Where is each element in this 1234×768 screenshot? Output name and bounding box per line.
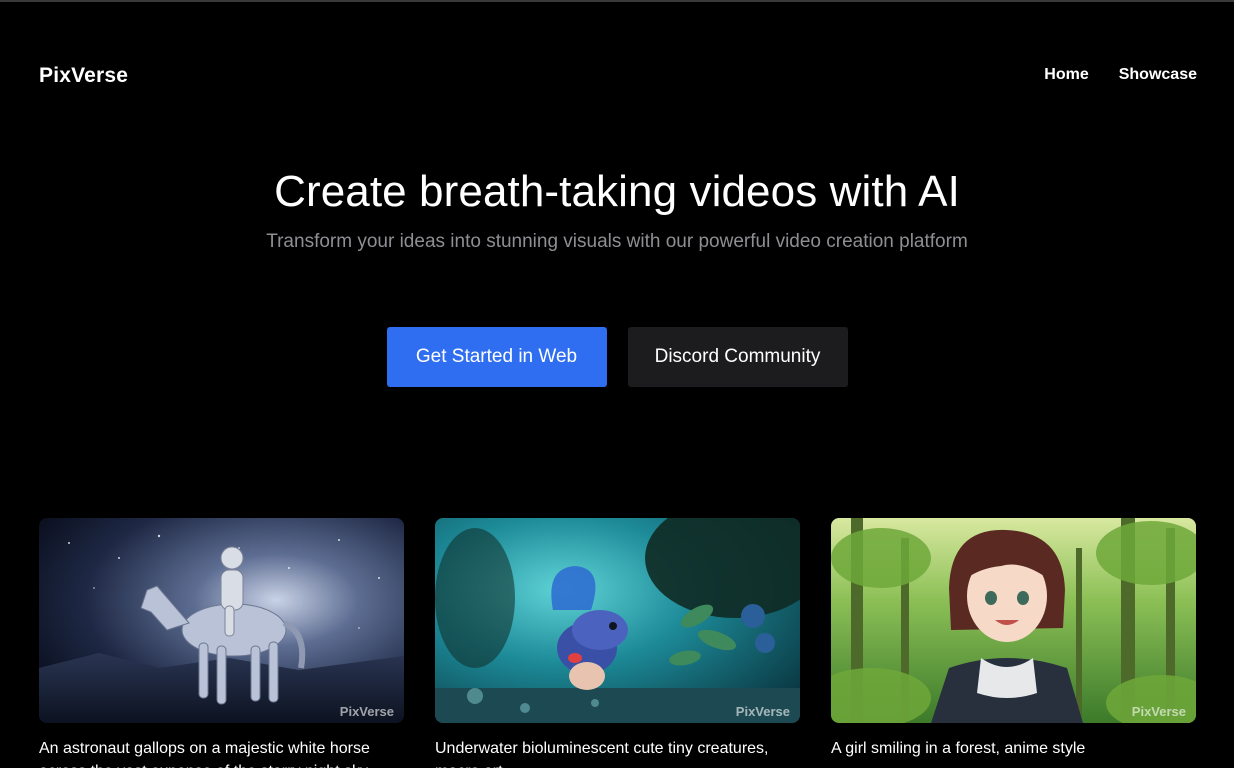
card-caption: An astronaut gallops on a majestic white… bbox=[39, 740, 370, 768]
card-caption: A girl smiling in a forest, anime style bbox=[831, 740, 1086, 757]
hero-subtitle: Transform your ideas into stunning visua… bbox=[266, 231, 968, 252]
showcase-card[interactable]: PixVerse Underwater bioluminescent cute … bbox=[435, 518, 800, 768]
navbar: PixVerse Home Showcase bbox=[0, 2, 1234, 152]
page: PixVerse Home Showcase Create breath-tak… bbox=[0, 0, 1234, 768]
hero-section: Create breath-taking videos with AI Tran… bbox=[0, 167, 1234, 253]
video-thumbnail-underwater[interactable]: PixVerse bbox=[435, 518, 800, 723]
discord-community-button[interactable]: Discord Community bbox=[627, 327, 848, 387]
showcase-card[interactable]: PixVerse A girl smiling in a forest, ani… bbox=[831, 518, 1196, 768]
showcase-gallery: PixVerse An astronaut gallops on a majes… bbox=[39, 518, 1196, 768]
cta-row: Get Started in Web Discord Community bbox=[0, 327, 1234, 387]
nav-showcase-link[interactable]: Showcase bbox=[1119, 66, 1197, 84]
pixverse-watermark: PixVerse bbox=[735, 704, 790, 719]
astronaut-horse-image bbox=[39, 518, 404, 723]
logo[interactable]: PixVerse bbox=[39, 64, 128, 88]
pixverse-watermark: PixVerse bbox=[339, 704, 394, 719]
nav-links: Home Showcase bbox=[1044, 66, 1197, 84]
showcase-card[interactable]: PixVerse An astronaut gallops on a majes… bbox=[39, 518, 404, 768]
video-thumbnail-astronaut[interactable]: PixVerse bbox=[39, 518, 404, 723]
anime-girl-forest-image bbox=[831, 518, 1196, 723]
get-started-button[interactable]: Get Started in Web bbox=[386, 327, 607, 387]
pixverse-watermark: PixVerse bbox=[1131, 704, 1186, 719]
underwater-creature-image bbox=[435, 518, 800, 723]
video-thumbnail-forest-girl[interactable]: PixVerse bbox=[831, 518, 1196, 723]
card-caption: Underwater bioluminescent cute tiny crea… bbox=[435, 740, 769, 768]
hero-title: Create breath-taking videos with AI bbox=[274, 167, 960, 216]
nav-home-link[interactable]: Home bbox=[1044, 66, 1088, 84]
